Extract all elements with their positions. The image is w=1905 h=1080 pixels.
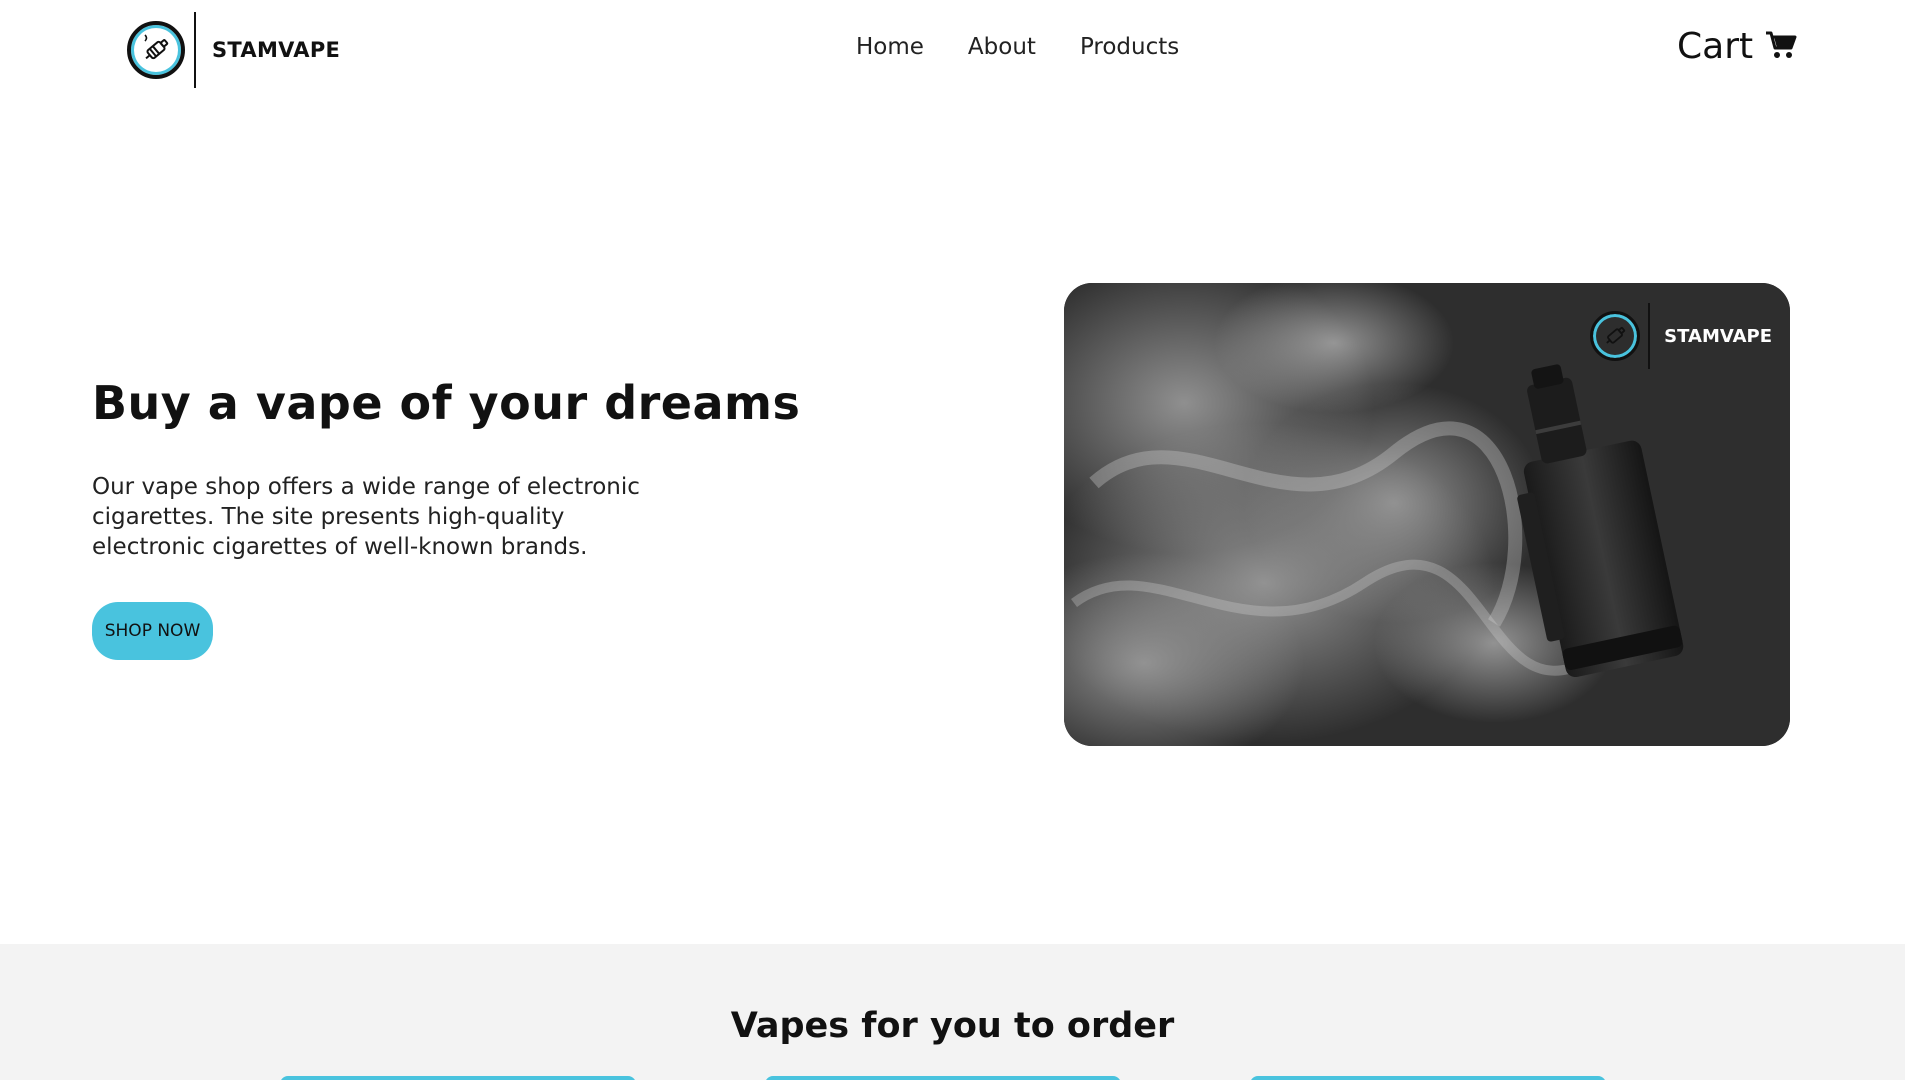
image-logo-divider [1648, 303, 1651, 369]
cart-label: Cart [1677, 26, 1754, 67]
nav-home[interactable]: Home [856, 34, 924, 60]
cart-button[interactable]: Cart [1677, 26, 1797, 67]
vape-logo-icon [1590, 311, 1641, 361]
vape-logo-icon [127, 21, 185, 79]
image-brand-name: STAMVAPE [1664, 325, 1772, 347]
hero-title: Buy a vape of your dreams [92, 376, 801, 430]
nav-about[interactable]: About [968, 34, 1036, 60]
brand-name: STAMVAPE [212, 38, 341, 62]
product-card[interactable] [765, 1076, 1121, 1080]
products-title: Vapes for you to order [730, 1006, 1175, 1046]
main-nav: Home About Products [856, 34, 1179, 60]
logo[interactable]: STAMVAPE [127, 12, 340, 88]
site-header: STAMVAPE Home About Products Cart [0, 0, 1905, 100]
logo-divider [194, 12, 196, 88]
product-card[interactable] [1250, 1076, 1606, 1080]
nav-products[interactable]: Products [1080, 34, 1179, 60]
image-brand-logo: STAMVAPE [1590, 303, 1772, 369]
hero-description: Our vape shop offers a wide range of ele… [92, 474, 640, 560]
product-card[interactable] [280, 1076, 636, 1080]
products-section: Vapes for you to order [0, 944, 1905, 1080]
hero-image: STAMVAPE [1064, 283, 1790, 746]
cart-icon [1765, 30, 1797, 64]
shop-now-button[interactable]: SHOP NOW [92, 602, 213, 660]
